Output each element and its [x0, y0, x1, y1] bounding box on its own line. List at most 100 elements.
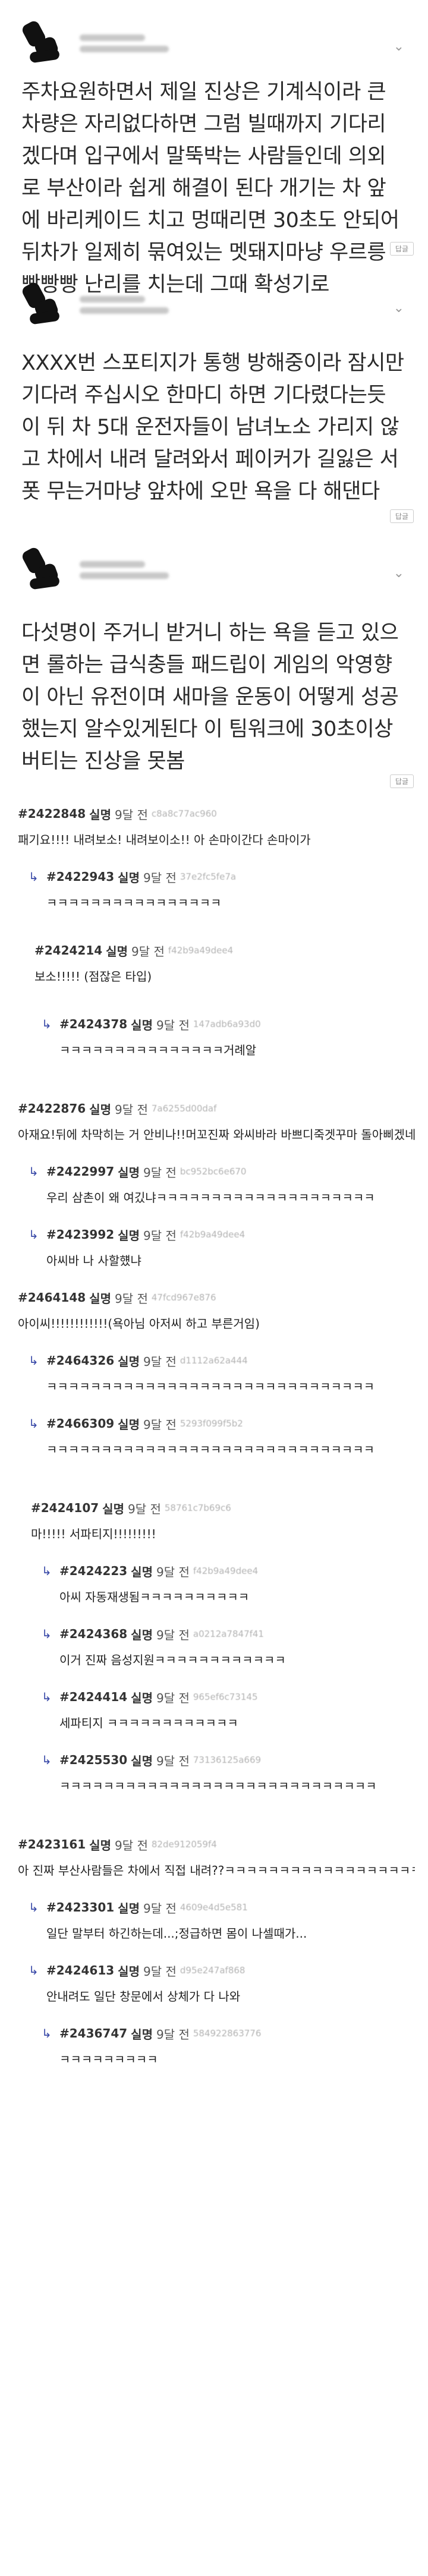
author-meta — [80, 561, 169, 579]
reply-arrow-icon: ↳ — [29, 870, 39, 884]
comment-reply: ↳ #2424414 실명 9달 전 965ef6c73145 세파티지 ㅋㅋㅋ… — [39, 1687, 415, 1737]
comment-time: 9달 전 — [143, 1417, 177, 1432]
comment-hash: f42b9a49dee4 — [193, 1566, 259, 1576]
comment-nick: 실명 — [89, 1838, 111, 1853]
comment-reply: ↳ #2424378 실명 9달 전 147adb6a93d0 ㅋㅋㅋㅋㅋㅋㅋㅋ… — [39, 1014, 415, 1064]
comment-reply: ↳ #2424368 실명 9달 전 a0212a7847f41 이거 진짜 음… — [39, 1624, 415, 1674]
reply-button[interactable]: 답글 — [389, 509, 414, 523]
comment-header: #2424613 실명 9달 전 d95e247af868 — [26, 1960, 415, 1980]
comment-text: 보소!!!!! (점잖은 타입) — [34, 969, 152, 984]
comment-number[interactable]: #2422997 — [46, 1164, 114, 1179]
comment-hash: d1112a62a444 — [180, 1355, 248, 1366]
comment-nick: 실명 — [102, 1501, 124, 1516]
comment-list: #2422848 실명 9달 전 c8a8c77ac960 패기요!!!! 내려… — [0, 804, 428, 2073]
comment-reply: ↳ #2422997 실명 9달 전 bc952bc6e670 우리 삼촌이 왜… — [26, 1161, 415, 1211]
comment-text: ㅋㅋㅋㅋㅋㅋㅋㅋㅋㅋㅋㅋㅋㅋㅋㅋㅋㅋㅋㅋㅋㅋㅋㅋㅋㅋㅋㅋㅋ — [59, 1779, 377, 1793]
comment-header: #2423301 실명 9달 전 4609e4d5e581 — [26, 1897, 415, 1917]
comment: #2464148 실명 9달 전 47fcd967e876 아이씨!!!!!!!… — [13, 1287, 415, 1337]
comment-number[interactable]: #2424378 — [59, 1017, 127, 1031]
comment-nick: 실명 — [131, 1564, 153, 1579]
comment-number[interactable]: #2422848 — [18, 807, 86, 821]
author-meta — [80, 34, 169, 52]
post-2: ⌄ XXXX번 스포티지가 통행 방해중이라 잠시만 기다려 주십시오 한마디 … — [0, 262, 428, 523]
comment-nick: 실명 — [118, 1964, 140, 1979]
comment-text: ㅋㅋㅋㅋㅋㅋㅋㅋㅋㅋㅋㅋㅋㅋㅋ거례알 — [59, 1043, 257, 1057]
comment-header: #2423161 실명 9달 전 82de912059f4 — [13, 1834, 415, 1854]
comment-header: #2464148 실명 9달 전 47fcd967e876 — [13, 1287, 415, 1308]
comment-hash: 7a6255d00daf — [151, 1103, 217, 1114]
comment-time: 9달 전 — [131, 944, 165, 959]
comment-time: 9달 전 — [156, 1018, 190, 1032]
comment: #2422876 실명 9달 전 7a6255d00daf 아재요!뒤에 차막히… — [13, 1098, 415, 1148]
comment-text: ㅋㅋㅋㅋㅋㅋㅋㅋㅋㅋㅋㅋㅋㅋㅋㅋㅋㅋㅋㅋㅋㅋㅋㅋㅋㅋㅋㅋㅋㅋ — [46, 1443, 374, 1457]
chevron-down-icon[interactable]: ⌄ — [394, 566, 404, 581]
comment-nick: 실명 — [89, 807, 111, 822]
comment-number[interactable]: #2425530 — [59, 1753, 127, 1767]
chevron-down-icon[interactable]: ⌄ — [394, 301, 404, 316]
comment-time: 9달 전 — [156, 2027, 190, 2042]
comment-header: #2424223 실명 9달 전 f42b9a49dee4 — [39, 1561, 415, 1581]
comment-nick: 실명 — [131, 1627, 153, 1642]
reply-arrow-icon: ↳ — [42, 1017, 52, 1031]
comment-reply: ↳ #2423992 실명 9달 전 f42b9a49dee4 아씨바 나 사할… — [26, 1224, 415, 1274]
comment-nick: 실명 — [118, 1901, 140, 1916]
comment-nick: 실명 — [131, 1690, 153, 1705]
comment-number[interactable]: #2466309 — [46, 1416, 114, 1431]
comment-number[interactable]: #2424414 — [59, 1690, 127, 1704]
comment-number[interactable]: #2424613 — [46, 1963, 114, 1977]
comment-reply: ↳ #2424613 실명 9달 전 d95e247af868 안내려도 일단 … — [26, 1960, 415, 2010]
comment-number[interactable]: #2436747 — [59, 2026, 127, 2040]
post-body: 다섯명이 주거니 받거니 하는 욕을 듣고 있으면 롤하는 급식충들 패드립이 … — [21, 621, 399, 773]
comment-header: #2422876 실명 9달 전 7a6255d00daf — [13, 1098, 415, 1119]
post-body: XXXX번 스포티지가 통행 방해중이라 잠시만 기다려 주십시오 한마디 하면… — [21, 351, 404, 503]
chevron-down-icon[interactable]: ⌄ — [394, 39, 404, 54]
comment-number[interactable]: #2464148 — [18, 1290, 86, 1305]
comment-nick: 실명 — [131, 1018, 153, 1032]
reply-arrow-icon: ↳ — [42, 2026, 52, 2040]
reply-arrow-icon: ↳ — [29, 1416, 39, 1431]
comment-number[interactable]: #2423992 — [46, 1227, 114, 1242]
reply-button[interactable]: 답글 — [389, 242, 414, 256]
comment-hash: 5293f099f5b2 — [180, 1418, 243, 1429]
comment-number[interactable]: #2423161 — [18, 1837, 86, 1851]
comment-header: #2424368 실명 9달 전 a0212a7847f41 — [39, 1624, 415, 1644]
comment-number[interactable]: #2423301 — [46, 1900, 114, 1914]
comment-header: #2424414 실명 9달 전 965ef6c73145 — [39, 1687, 415, 1707]
reply-button[interactable]: 답글 — [389, 774, 414, 788]
comment-reply: ↳ #2423301 실명 9달 전 4609e4d5e581 일단 말부터 하… — [26, 1897, 415, 1947]
comment-header: #2424378 실명 9달 전 147adb6a93d0 — [39, 1014, 415, 1034]
comment-text: 아씨 자동재생됨ㅋㅋㅋㅋㅋㅋㅋㅋㅋㅋ — [59, 1590, 250, 1604]
comment-number[interactable]: #2424214 — [34, 943, 102, 958]
comment-text: ㅋㅋㅋㅋㅋㅋㅋㅋㅋ — [59, 2052, 158, 2067]
post-1: ⌄ 주차요원하면서 제일 진상은 기계식이라 큰 차량은 자리없다하면 그럼 빌… — [0, 0, 428, 297]
comment-number[interactable]: #2424107 — [31, 1501, 99, 1515]
comment-time: 9달 전 — [143, 1354, 177, 1369]
comment-header: #2425530 실명 9달 전 73136125a669 — [39, 1750, 415, 1770]
comment-time: 9달 전 — [127, 1501, 161, 1516]
reply-arrow-icon: ↳ — [29, 1227, 39, 1242]
comment-number[interactable]: #2424223 — [59, 1564, 127, 1578]
comment-time: 9달 전 — [156, 1564, 190, 1579]
comment-time: 9달 전 — [143, 1964, 177, 1979]
comment-header: #2422997 실명 9달 전 bc952bc6e670 — [26, 1161, 415, 1182]
comment-time: 9달 전 — [156, 1690, 190, 1705]
comment-number[interactable]: #2422876 — [18, 1101, 86, 1116]
comment-number[interactable]: #2464326 — [46, 1353, 114, 1368]
comment-hash: 47fcd967e876 — [151, 1292, 216, 1303]
comment-text: 아이씨!!!!!!!!!!!!(욕아님 아저씨 하고 부른거임) — [18, 1317, 260, 1331]
comment-header: #2424107 실명 9달 전 58761c7b69c6 — [26, 1498, 415, 1518]
reply-arrow-icon: ↳ — [29, 1900, 39, 1914]
comment-reply: ↳ #2464326 실명 9달 전 d1112a62a444 ㅋㅋㅋㅋㅋㅋㅋㅋ… — [26, 1350, 415, 1400]
page: ⌄ 주차요원하면서 제일 진상은 기계식이라 큰 차량은 자리없다하면 그럼 빌… — [0, 0, 428, 2073]
comment-text: ㅋㅋㅋㅋㅋㅋㅋㅋㅋㅋㅋㅋㅋㅋㅋㅋㅋㅋㅋㅋㅋㅋㅋㅋㅋㅋㅋㅋㅋㅋ — [46, 1380, 374, 1394]
comment-time: 9달 전 — [143, 1228, 177, 1243]
comment-text: 이거 진짜 음성지원ㅋㅋㅋㅋㅋㅋㅋㅋㅋㅋㅋㅋ — [59, 1653, 286, 1667]
reply-arrow-icon: ↳ — [42, 1690, 52, 1704]
comment-number[interactable]: #2424368 — [59, 1627, 127, 1641]
comment-number[interactable]: #2422943 — [46, 870, 114, 884]
comment-time: 9달 전 — [143, 1165, 177, 1180]
comment-nick: 실명 — [131, 1753, 153, 1768]
comment-time: 9달 전 — [143, 1901, 177, 1916]
post-header — [20, 17, 404, 70]
avatar — [20, 546, 69, 594]
